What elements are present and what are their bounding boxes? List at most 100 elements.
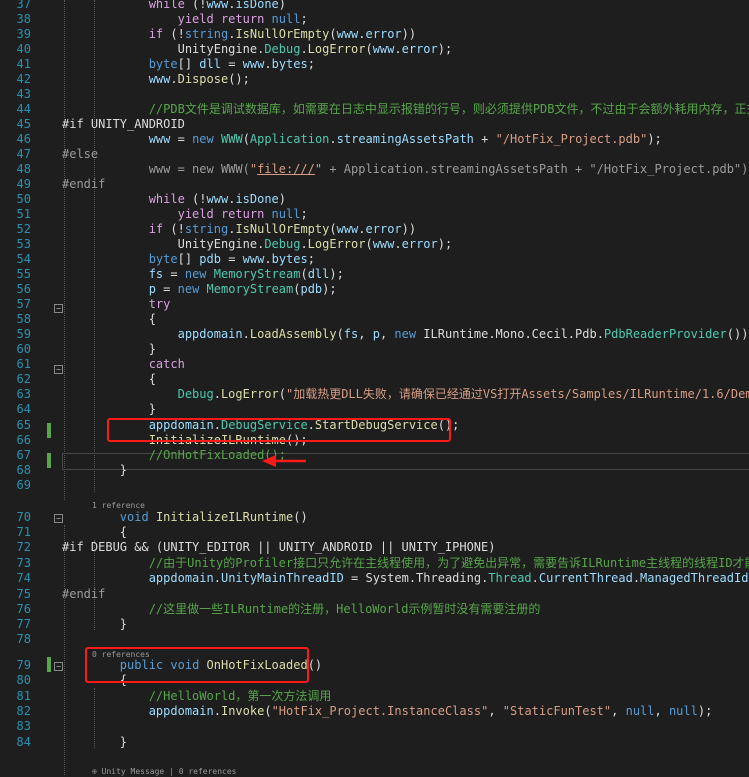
code-token: {	[62, 372, 156, 386]
code-line[interactable]: www.Dispose();	[62, 72, 250, 87]
code-token: appdomain	[148, 704, 214, 718]
code-token: = System.Threading.	[343, 571, 489, 585]
code-line[interactable]: }	[62, 342, 156, 357]
code-token: UnityEngine	[177, 237, 258, 251]
line-number: 48	[16, 162, 31, 176]
code-line[interactable]: //HelloWorld，第一次方法调用	[62, 689, 332, 704]
line-number: 61	[16, 357, 31, 371]
code-line[interactable]: }	[62, 463, 127, 478]
code-token: www	[372, 237, 395, 251]
line-number: 41	[16, 57, 31, 71]
code-token: ;	[300, 207, 308, 221]
code-token: (	[300, 267, 308, 281]
code-line[interactable]: #endif	[62, 177, 105, 192]
code-token: new	[184, 267, 207, 281]
code-token: )	[278, 192, 287, 206]
code-token: Debug	[177, 387, 214, 401]
code-line[interactable]: yield return null;	[62, 207, 308, 222]
code-line[interactable]: }	[62, 617, 127, 632]
code-token: www	[336, 27, 359, 41]
code-token: .	[358, 27, 366, 41]
code-line[interactable]: appdomain.UnityMainThreadID = System.Thr…	[62, 571, 749, 586]
code-line[interactable]: while (!www.isDone)	[62, 192, 286, 207]
code-line[interactable]: yield return null;	[62, 12, 308, 27]
code-line[interactable]: if (!string.IsNullOrEmpty(www.error))	[62, 222, 416, 237]
codelens-references[interactable]: ⊕ Unity Message | 0 references	[92, 767, 237, 777]
code-token: ))	[401, 222, 417, 236]
code-token: catch	[148, 357, 185, 371]
code-token: LogError	[307, 237, 366, 251]
line-number: 56	[16, 282, 31, 296]
line-number: 47	[16, 147, 31, 161]
line-number: 73	[16, 556, 31, 570]
code-line[interactable]: UnityEngine.Debug.LogError(www.error);	[62, 237, 453, 252]
code-token: .	[394, 237, 402, 251]
code-token: );	[437, 42, 453, 56]
code-line[interactable]: void InitializeILRuntime()	[62, 510, 308, 525]
code-token: []	[177, 252, 200, 266]
code-token: www	[206, 0, 229, 11]
code-line[interactable]: //OnHotFixLoaded();	[62, 448, 286, 463]
line-number: 38	[16, 12, 31, 26]
code-line[interactable]: }	[62, 402, 156, 417]
code-line[interactable]: UnityEngine.Debug.LogError(www.error);	[62, 42, 453, 57]
code-token: www	[242, 57, 265, 71]
code-token: (	[278, 387, 286, 401]
code-token: }	[62, 342, 156, 356]
code-token: =	[155, 282, 178, 296]
code-line[interactable]: {	[62, 312, 156, 327]
code-line[interactable]: www = new WWW("file:///" + Application.s…	[62, 162, 749, 177]
highlight-box-start-debug-service	[107, 418, 451, 442]
code-line[interactable]: catch	[62, 357, 185, 372]
code-line[interactable]: //由于Unity的Profiler接口只允许在主线程使用，为了避免出异常，需要…	[62, 556, 749, 571]
code-line[interactable]: if (!string.IsNullOrEmpty(www.error))	[62, 27, 416, 42]
code-token: bytes	[271, 252, 308, 266]
code-token: ILRuntime.Mono.Cecil.Pdb.	[416, 327, 604, 341]
code-line[interactable]: byte[] pdb = www.bytes;	[62, 252, 315, 267]
code-token: {	[62, 312, 156, 326]
code-line[interactable]: try	[62, 297, 171, 312]
code-token: if	[148, 27, 164, 41]
line-number: 67	[16, 448, 31, 462]
code-line[interactable]: }	[62, 735, 127, 750]
code-token: string	[184, 222, 229, 236]
code-line[interactable]: //这里做一些ILRuntime的注册，HelloWorld示例暂时没有需要注册…	[62, 602, 541, 617]
code-line[interactable]: //PDB文件是调试数据库，如需要在日志中显示报错的行号，则必须提供PDB文件，…	[62, 102, 749, 117]
code-token: "	[249, 162, 258, 176]
code-line[interactable]: fs = new MemoryStream(dll);	[62, 267, 344, 282]
code-line[interactable]: byte[] dll = www.bytes;	[62, 57, 315, 72]
code-line[interactable]: appdomain.LoadAssembly(fs, p, new ILRunt…	[62, 327, 749, 342]
codelens-references[interactable]: 1 reference	[92, 501, 145, 511]
code-token: dll	[199, 57, 221, 71]
code-token: .	[300, 237, 308, 251]
code-line[interactable]: Debug.LogError("加载热更DLL失败，请确保已经通过VS打开Ass…	[62, 387, 749, 402]
code-token: error	[365, 27, 402, 41]
code-token: isDone	[235, 192, 279, 206]
code-token: }	[62, 463, 128, 477]
code-line[interactable]: while (!www.isDone)	[62, 0, 286, 12]
code-line[interactable]: {	[62, 372, 156, 387]
code-editor[interactable]: − − − − 37 while (!www.isDone) 38 yield r…	[0, 0, 749, 777]
code-line[interactable]: #endif	[62, 587, 105, 602]
code-line[interactable]: www = new WWW(Application.streamingAsset…	[62, 132, 662, 147]
code-token: .	[394, 42, 402, 56]
code-line[interactable]: appdomain.Invoke("HotFix_Project.Instanc…	[62, 704, 713, 719]
code-line[interactable]: {	[62, 525, 127, 540]
code-token: "StaticFunTest"	[502, 704, 612, 718]
code-line[interactable]: #if UNITY_ANDROID	[62, 117, 185, 132]
code-token: ()	[293, 510, 308, 524]
code-token: =	[220, 57, 243, 71]
code-token: #endif	[62, 587, 106, 601]
code-line[interactable]: #else	[62, 147, 98, 162]
line-number: 49	[16, 177, 31, 191]
code-line[interactable]: #if DEBUG && (UNITY_EDITOR || UNITY_ANDR…	[62, 540, 495, 555]
code-token: //PDB文件是调试数据库，如需要在日志中显示报错的行号，则必须提供PDB文件，…	[148, 102, 749, 116]
code-token: appdomain	[177, 327, 243, 341]
code-token: CurrentThread	[538, 571, 633, 585]
code-line[interactable]: p = new MemoryStream(pdb);	[62, 282, 337, 297]
